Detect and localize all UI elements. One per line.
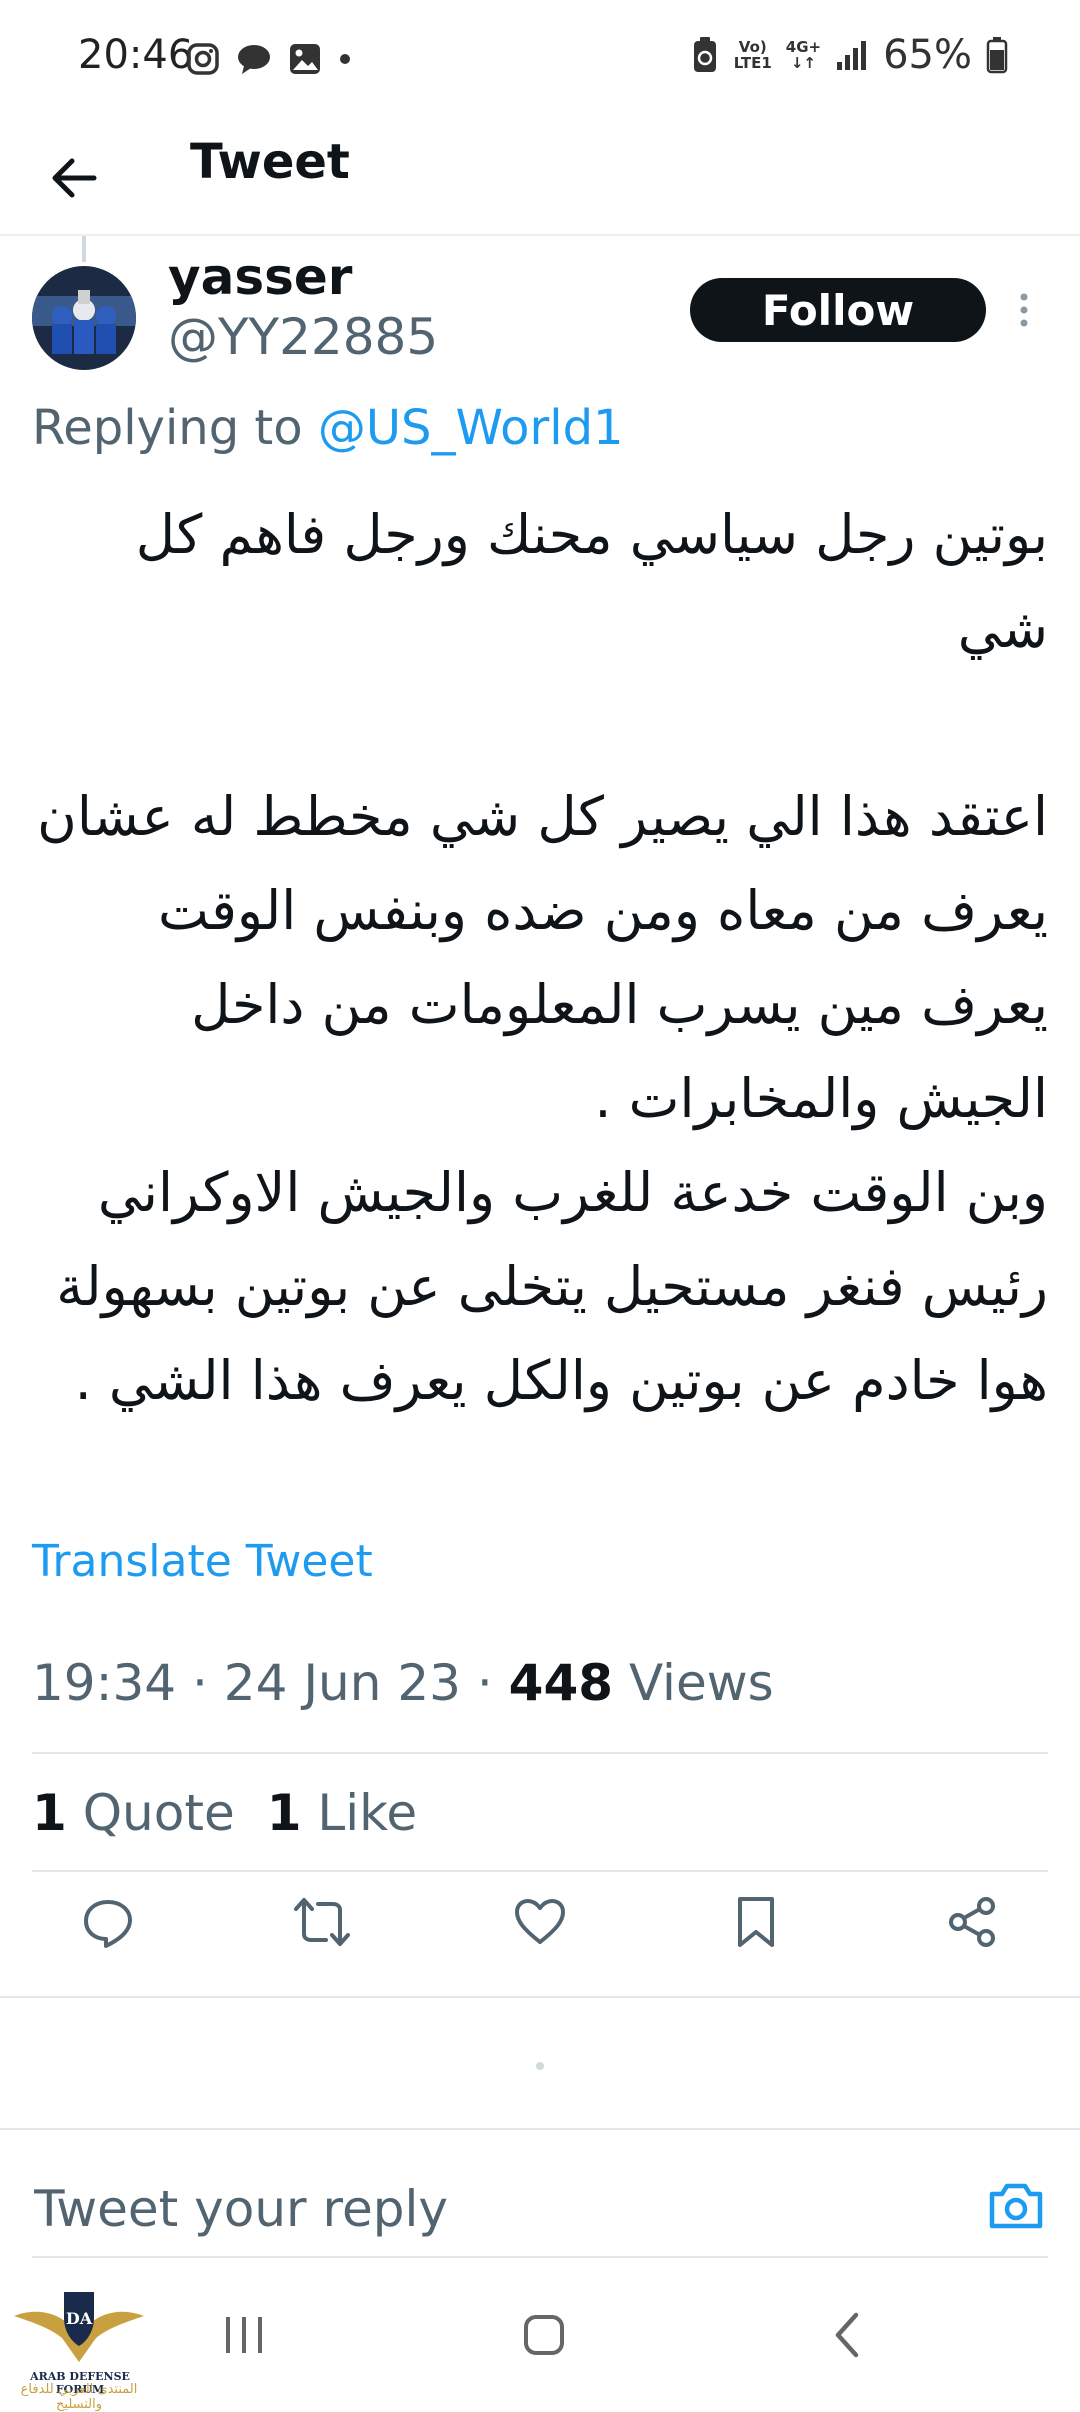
translate-tweet-link[interactable]: Translate Tweet — [32, 1536, 373, 1587]
thread-line — [82, 236, 86, 262]
status-bar: 20:46 Vo) LTE1 4G+ ↓↑ 65% — [0, 0, 1080, 120]
chat-icon — [238, 45, 270, 74]
views-label[interactable]: Views — [629, 1654, 774, 1712]
quote-count: 1 — [32, 1784, 67, 1842]
watermark-logo: DA ARAB DEFENSE FORUM المنتدى العربي للد… — [4, 2278, 154, 2412]
tweet-body: بوتين رجل سياسي محنك ورجل فاهم كل شي اعت… — [37, 503, 1048, 1412]
engagement-stats: 1 Quote 1 Like — [32, 1784, 417, 1842]
battery-icon — [986, 37, 1008, 74]
gallery-icon — [290, 44, 320, 74]
data-indicator: 4G+ ↓↑ — [786, 39, 821, 71]
replying-to: Replying to @US_World1 — [32, 400, 624, 456]
loading-dot — [536, 2062, 544, 2070]
replying-handle-link[interactable]: @US_World1 — [318, 400, 624, 456]
share-icon[interactable] — [940, 1890, 1004, 1954]
more-options-icon[interactable] — [1014, 290, 1034, 330]
follow-button[interactable]: Follow — [690, 278, 986, 342]
like-label: Like — [317, 1784, 418, 1842]
camera-icon[interactable] — [984, 2174, 1048, 2238]
divider — [0, 1996, 1080, 1998]
meta-separator: · — [192, 1654, 224, 1712]
page-title: Tweet — [190, 134, 350, 190]
like-count: 1 — [266, 1784, 302, 1842]
like-stat[interactable]: 1 Like — [267, 1784, 417, 1842]
watermark-logo-letters: DA — [66, 2309, 93, 2328]
arrow-left-icon[interactable] — [46, 150, 102, 206]
battery-percent: 65% — [883, 32, 972, 78]
tweet-actions — [0, 1890, 1080, 1980]
author-handle[interactable]: @YY22885 — [168, 308, 438, 366]
reply-input[interactable] — [32, 2168, 976, 2250]
more-notifications-dot-icon — [340, 54, 350, 64]
author-name[interactable]: yasser — [168, 248, 352, 306]
quote-stat[interactable]: 1 Quote — [32, 1784, 235, 1842]
quote-label: Quote — [82, 1784, 235, 1842]
data-top: 4G+ — [785, 38, 822, 56]
status-time: 20:46 — [78, 32, 194, 78]
system-navbar — [0, 2270, 1080, 2400]
views-count: 448 — [508, 1654, 614, 1712]
retweet-icon[interactable] — [290, 1890, 354, 1954]
volte-bottom: LTE1 — [733, 54, 772, 72]
data-bottom: ↓↑ — [790, 54, 816, 72]
tweet-date: 24 Jun 23 — [223, 1654, 461, 1712]
like-icon[interactable] — [508, 1890, 572, 1954]
home-icon[interactable] — [504, 2300, 584, 2370]
reply-icon[interactable] — [76, 1890, 140, 1954]
tweet-meta: 19:34 · 24 Jun 23 · 448 Views — [32, 1654, 774, 1712]
divider — [0, 2128, 1080, 2130]
divider — [32, 1752, 1048, 1754]
back-nav-icon[interactable] — [806, 2300, 886, 2370]
instagram-icon — [187, 43, 219, 75]
notification-icons — [186, 42, 352, 76]
recent-apps-icon[interactable] — [204, 2300, 284, 2370]
status-right: Vo) LTE1 4G+ ↓↑ 65% — [690, 32, 1008, 78]
tweet-time: 19:34 — [32, 1654, 177, 1712]
volte-top: Vo) — [738, 38, 767, 56]
avatar-image — [32, 266, 136, 370]
divider — [32, 2256, 1048, 2258]
eagle-logo-icon: DA — [14, 2292, 144, 2362]
bookmark-icon[interactable] — [724, 1890, 788, 1954]
battery-saver-icon — [693, 37, 716, 72]
replying-prefix: Replying to — [32, 400, 318, 456]
divider — [32, 1870, 1048, 1872]
meta-separator: · — [476, 1654, 509, 1712]
watermark-subtitle: المنتدى العربي للدفاع والتسليح — [20, 2382, 138, 2412]
header — [0, 120, 1080, 236]
signal-icon — [837, 41, 867, 70]
avatar[interactable] — [32, 266, 136, 370]
volte-indicator: Vo) LTE1 — [734, 39, 772, 71]
